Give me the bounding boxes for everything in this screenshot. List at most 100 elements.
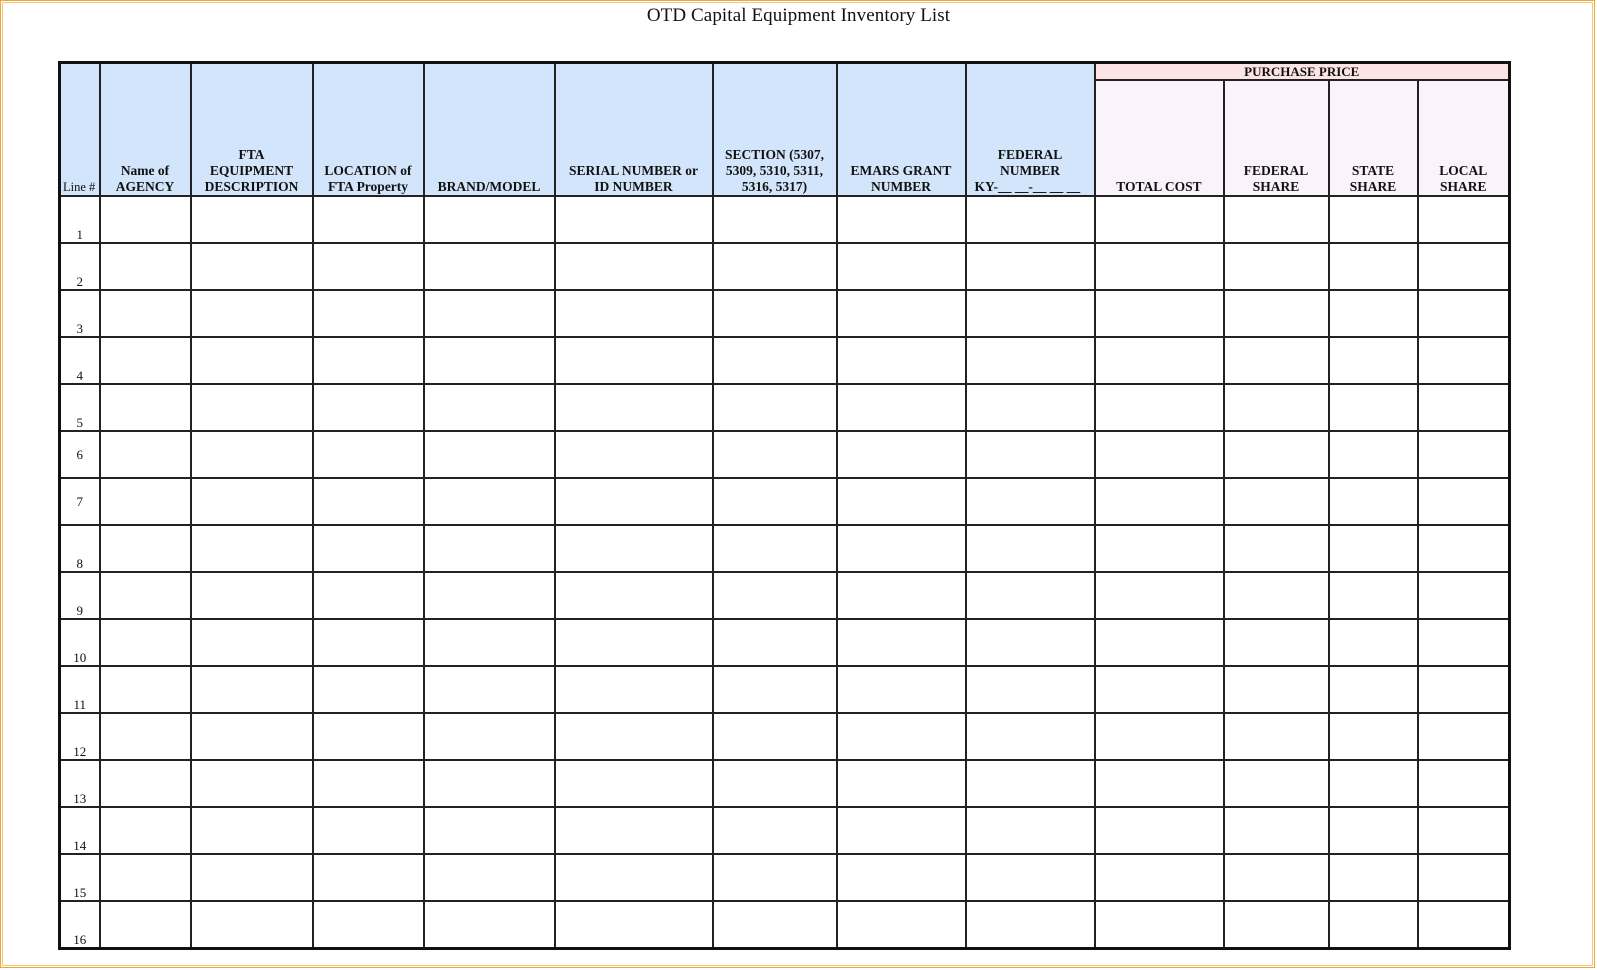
cell-location[interactable] [311, 665, 425, 714]
cell-federal-share[interactable] [1222, 618, 1330, 667]
cell-location[interactable] [311, 289, 425, 338]
cell-federal-share[interactable] [1222, 242, 1330, 291]
cell-local-share[interactable] [1416, 289, 1511, 338]
cell-section[interactable] [711, 524, 838, 573]
cell-state-share[interactable] [1327, 853, 1419, 902]
cell-total-cost[interactable] [1093, 195, 1225, 244]
cell-federal-number[interactable] [964, 571, 1096, 620]
cell-state-share[interactable] [1327, 900, 1419, 949]
cell-fta-description[interactable] [189, 430, 314, 479]
cell-location[interactable] [311, 900, 425, 949]
cell-fta-description[interactable] [189, 195, 314, 244]
cell-emars-grant-number[interactable] [835, 477, 967, 526]
cell-fta-description[interactable] [189, 900, 314, 949]
cell-location[interactable] [311, 242, 425, 291]
cell-federal-number[interactable] [964, 383, 1096, 432]
cell-federal-number[interactable] [964, 289, 1096, 338]
cell-brand-model[interactable] [422, 618, 556, 667]
cell-emars-grant-number[interactable] [835, 383, 967, 432]
cell-location[interactable] [311, 853, 425, 902]
cell-federal-number[interactable] [964, 900, 1096, 949]
cell-federal-share[interactable] [1222, 571, 1330, 620]
cell-emars-grant-number[interactable] [835, 712, 967, 761]
cell-total-cost[interactable] [1093, 853, 1225, 902]
cell-fta-description[interactable] [189, 383, 314, 432]
cell-brand-model[interactable] [422, 383, 556, 432]
cell-total-cost[interactable] [1093, 900, 1225, 949]
cell-brand-model[interactable] [422, 712, 556, 761]
cell-state-share[interactable] [1327, 383, 1419, 432]
cell-location[interactable] [311, 712, 425, 761]
cell-emars-grant-number[interactable] [835, 430, 967, 479]
cell-emars-grant-number[interactable] [835, 900, 967, 949]
cell-agency[interactable] [98, 712, 192, 761]
cell-local-share[interactable] [1416, 618, 1511, 667]
cell-federal-number[interactable] [964, 618, 1096, 667]
cell-agency[interactable] [98, 289, 192, 338]
cell-fta-description[interactable] [189, 289, 314, 338]
cell-fta-description[interactable] [189, 665, 314, 714]
cell-emars-grant-number[interactable] [835, 336, 967, 385]
cell-section[interactable] [711, 853, 838, 902]
cell-local-share[interactable] [1416, 900, 1511, 949]
cell-federal-number[interactable] [964, 195, 1096, 244]
cell-section[interactable] [711, 430, 838, 479]
cell-agency[interactable] [98, 336, 192, 385]
cell-section[interactable] [711, 665, 838, 714]
cell-agency[interactable] [98, 618, 192, 667]
cell-emars-grant-number[interactable] [835, 524, 967, 573]
cell-federal-share[interactable] [1222, 900, 1330, 949]
cell-section[interactable] [711, 195, 838, 244]
cell-local-share[interactable] [1416, 336, 1511, 385]
cell-state-share[interactable] [1327, 806, 1419, 855]
cell-emars-grant-number[interactable] [835, 759, 967, 808]
cell-total-cost[interactable] [1093, 665, 1225, 714]
cell-brand-model[interactable] [422, 477, 556, 526]
cell-state-share[interactable] [1327, 759, 1419, 808]
cell-brand-model[interactable] [422, 289, 556, 338]
cell-total-cost[interactable] [1093, 571, 1225, 620]
cell-federal-number[interactable] [964, 430, 1096, 479]
cell-location[interactable] [311, 195, 425, 244]
cell-federal-share[interactable] [1222, 477, 1330, 526]
cell-serial-number[interactable] [553, 618, 714, 667]
cell-serial-number[interactable] [553, 289, 714, 338]
cell-state-share[interactable] [1327, 242, 1419, 291]
cell-fta-description[interactable] [189, 853, 314, 902]
cell-fta-description[interactable] [189, 712, 314, 761]
cell-agency[interactable] [98, 900, 192, 949]
cell-local-share[interactable] [1416, 571, 1511, 620]
cell-state-share[interactable] [1327, 571, 1419, 620]
cell-agency[interactable] [98, 383, 192, 432]
cell-fta-description[interactable] [189, 759, 314, 808]
cell-local-share[interactable] [1416, 853, 1511, 902]
cell-state-share[interactable] [1327, 195, 1419, 244]
cell-total-cost[interactable] [1093, 242, 1225, 291]
cell-brand-model[interactable] [422, 524, 556, 573]
cell-federal-number[interactable] [964, 806, 1096, 855]
cell-agency[interactable] [98, 430, 192, 479]
cell-total-cost[interactable] [1093, 759, 1225, 808]
cell-federal-share[interactable] [1222, 759, 1330, 808]
cell-federal-number[interactable] [964, 336, 1096, 385]
cell-local-share[interactable] [1416, 430, 1511, 479]
cell-emars-grant-number[interactable] [835, 853, 967, 902]
cell-state-share[interactable] [1327, 665, 1419, 714]
cell-fta-description[interactable] [189, 336, 314, 385]
cell-section[interactable] [711, 712, 838, 761]
cell-fta-description[interactable] [189, 242, 314, 291]
cell-local-share[interactable] [1416, 712, 1511, 761]
cell-total-cost[interactable] [1093, 336, 1225, 385]
cell-local-share[interactable] [1416, 383, 1511, 432]
cell-brand-model[interactable] [422, 430, 556, 479]
cell-federal-share[interactable] [1222, 383, 1330, 432]
cell-location[interactable] [311, 759, 425, 808]
cell-local-share[interactable] [1416, 242, 1511, 291]
cell-state-share[interactable] [1327, 477, 1419, 526]
cell-section[interactable] [711, 477, 838, 526]
cell-emars-grant-number[interactable] [835, 618, 967, 667]
cell-location[interactable] [311, 477, 425, 526]
cell-section[interactable] [711, 242, 838, 291]
cell-federal-share[interactable] [1222, 289, 1330, 338]
cell-serial-number[interactable] [553, 806, 714, 855]
